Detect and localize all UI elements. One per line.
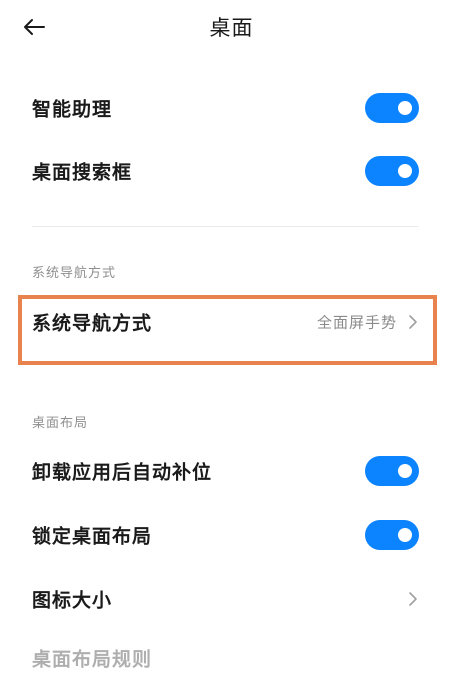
- section-divider: [32, 226, 419, 227]
- setting-label: 卸载应用后自动补位: [32, 461, 213, 484]
- setting-row-icon-size[interactable]: 图标大小: [0, 571, 463, 627]
- header-bar: 桌面: [0, 0, 463, 56]
- toggle-knob: [398, 164, 412, 178]
- setting-label: 桌面搜索框: [32, 161, 133, 184]
- setting-row-auto-fill[interactable]: 卸载应用后自动补位: [0, 443, 463, 499]
- setting-row-layout-rules[interactable]: 桌面布局规则: [0, 640, 463, 676]
- setting-label: 智能助理: [32, 98, 113, 121]
- setting-row-lock-layout[interactable]: 锁定桌面布局: [0, 507, 463, 563]
- chevron-right-icon: [409, 315, 417, 329]
- toggle-knob: [398, 101, 412, 115]
- navigation-mode-value: 全面屏手势: [316, 313, 397, 332]
- toggle-knob: [398, 464, 412, 478]
- lock-layout-toggle[interactable]: [365, 520, 419, 550]
- setting-label: 桌面布局规则: [32, 648, 153, 671]
- toggle-knob: [398, 528, 412, 542]
- setting-label: 图标大小: [32, 589, 113, 612]
- chevron-right-icon: [409, 592, 417, 606]
- section-header-layout: 桌面布局: [32, 416, 89, 431]
- setting-row-navigation-mode[interactable]: 系统导航方式 全面屏手势: [0, 294, 463, 350]
- page-title: 桌面: [209, 16, 254, 40]
- setting-row-smart-assistant[interactable]: 智能助理: [0, 80, 463, 136]
- auto-fill-toggle[interactable]: [365, 456, 419, 486]
- setting-label: 锁定桌面布局: [32, 525, 153, 548]
- smart-assistant-toggle[interactable]: [365, 93, 419, 123]
- setting-label: 系统导航方式: [32, 312, 153, 335]
- setting-row-desktop-search[interactable]: 桌面搜索框: [0, 143, 463, 199]
- desktop-search-toggle[interactable]: [365, 156, 419, 186]
- section-header-navigation: 系统导航方式: [32, 266, 117, 281]
